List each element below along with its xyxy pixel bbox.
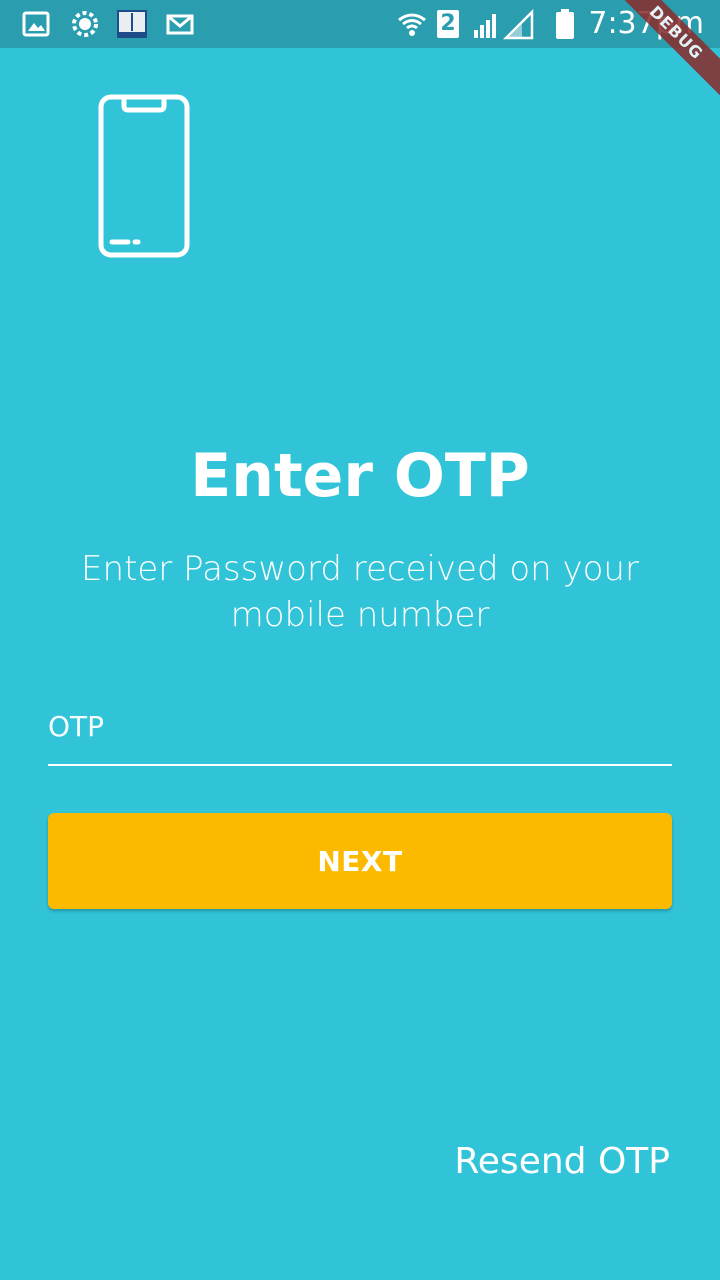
otp-field — [48, 696, 672, 766]
wifi-icon — [398, 13, 426, 36]
smartphone-icon — [98, 94, 190, 258]
status-bar: 2 7:37pm — [0, 0, 720, 48]
next-button[interactable]: NEXT — [48, 813, 672, 909]
sim-badge: 2 — [437, 10, 459, 38]
dictionary-app-icon — [117, 10, 147, 38]
otp-input[interactable] — [48, 696, 672, 756]
resend-otp-link[interactable]: Resend OTP — [454, 1138, 670, 1186]
battery-icon — [556, 9, 574, 39]
signal-icon — [474, 8, 534, 40]
page-title: Enter OTP — [190, 441, 530, 511]
mail-icon — [166, 14, 194, 35]
settings-app-icon — [72, 11, 98, 37]
gallery-icon — [22, 11, 50, 37]
page-subtitle: Enter Password received on your mobile n… — [81, 549, 639, 635]
